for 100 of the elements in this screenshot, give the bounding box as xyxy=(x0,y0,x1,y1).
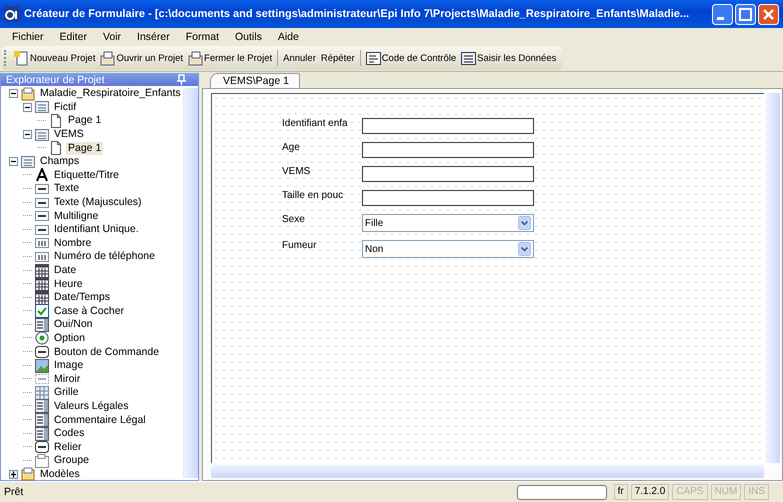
button-icon xyxy=(35,345,49,360)
text-box-icon xyxy=(35,222,49,237)
folder-document-icon xyxy=(100,50,116,66)
horizontal-scrollbar[interactable] xyxy=(211,465,764,478)
page-icon xyxy=(49,141,63,156)
key-indicator: INS xyxy=(744,484,769,500)
maximize-icon[interactable] xyxy=(735,4,756,24)
radio-button-icon xyxy=(35,331,49,346)
tree-item[interactable]: Date xyxy=(52,264,78,278)
menu-item[interactable]: Format xyxy=(178,29,227,44)
tree-item[interactable]: Image xyxy=(52,359,86,372)
dropdown-value: Non xyxy=(365,244,384,254)
collapse-icon[interactable] xyxy=(9,157,18,166)
tab[interactable]: VEMS\Page 1 xyxy=(210,73,300,88)
new-document-icon xyxy=(14,50,29,66)
field-label: Sexe xyxy=(282,214,306,226)
text-box-icon xyxy=(35,196,49,210)
vertical-scrollbar[interactable] xyxy=(766,93,780,463)
tree-item[interactable]: Relier xyxy=(52,440,84,454)
tree-item[interactable]: Commentaire Légal xyxy=(52,414,148,427)
dropdown[interactable]: Fille xyxy=(362,214,534,232)
tree-item[interactable]: Page 1 xyxy=(66,114,104,128)
form-icon xyxy=(21,154,35,169)
binder-icon xyxy=(21,86,35,101)
toolbar-button[interactable]: Nouveau Projet xyxy=(12,48,98,68)
text-box-icon xyxy=(35,182,49,196)
dropdown[interactable]: Non xyxy=(362,240,534,258)
tree-item[interactable]: Maladie_Respiratoire_Enfants xyxy=(38,87,183,100)
key-indicator: NUM xyxy=(710,484,742,500)
input-field[interactable] xyxy=(362,142,534,158)
tree-item[interactable]: Bouton de Commande xyxy=(52,346,162,359)
menu-item[interactable]: Aide xyxy=(270,29,307,44)
tree-item[interactable]: Texte (Majuscules) xyxy=(52,196,144,210)
collapse-icon[interactable] xyxy=(9,89,18,98)
tree-item[interactable]: Miroir xyxy=(52,372,82,386)
tree-item[interactable]: Nombre xyxy=(52,236,94,250)
code-window-icon xyxy=(366,50,381,66)
tree-item[interactable]: Grille xyxy=(52,386,81,400)
tree-item[interactable]: Option xyxy=(52,332,87,345)
tree-item[interactable]: Champs xyxy=(38,155,82,168)
menu-item[interactable]: Editer xyxy=(52,29,95,44)
folder-document-icon xyxy=(188,50,204,66)
calendar-icon xyxy=(35,290,49,305)
list-icon xyxy=(35,399,49,414)
number-box-icon xyxy=(35,250,49,264)
tree-item[interactable]: Texte xyxy=(52,182,82,196)
minimize-icon[interactable] xyxy=(712,4,733,24)
field-label: VEMS xyxy=(282,166,312,178)
close-icon[interactable] xyxy=(758,4,779,24)
dropdown-value: Fille xyxy=(365,218,384,228)
tree-item[interactable]: Page 1 xyxy=(66,142,104,155)
page-icon xyxy=(49,114,63,128)
toolbar-button[interactable]: Code de Contrôle xyxy=(364,48,458,68)
collapse-icon[interactable] xyxy=(23,130,32,140)
toolbar-button[interactable]: Fermer le Projet xyxy=(186,48,274,68)
tree-item[interactable]: Case à Cocher xyxy=(52,304,126,318)
tree-item[interactable]: Groupe xyxy=(52,454,92,468)
language-indicator: fr xyxy=(614,484,628,500)
tree-item[interactable]: Valeurs Légales xyxy=(52,400,131,413)
version-indicator: 7.1.2.0 xyxy=(630,484,670,500)
tree-item[interactable]: Modèles xyxy=(38,468,82,481)
field-label: Identifiant enfa xyxy=(282,118,349,130)
input-field[interactable] xyxy=(362,166,534,182)
tree-item[interactable]: Oui/Non xyxy=(52,318,95,332)
expand-icon[interactable] xyxy=(9,470,18,479)
toolbar-button[interactable]: Ouvrir un Projet xyxy=(98,48,186,68)
tree-item[interactable]: Etiquette/Titre xyxy=(52,168,121,182)
app-logo-icon xyxy=(4,6,20,22)
collapse-icon[interactable] xyxy=(23,102,32,112)
vertical-scrollbar[interactable] xyxy=(182,88,198,478)
grid-icon xyxy=(35,386,49,400)
menu-item[interactable]: Insérer xyxy=(129,29,178,44)
window-title: Créateur de Formulaire - [c:\documents and settings\administrateur\Epi Info 7\Projects\Maladie_Respiratoire_Enfants\Maladie... xyxy=(24,8,690,20)
tree-item[interactable]: Codes xyxy=(52,427,86,440)
field-label: Age xyxy=(282,142,301,154)
input-field[interactable] xyxy=(362,190,534,206)
status-text: Prêt xyxy=(4,486,24,498)
tree-item[interactable]: Multiligne xyxy=(52,210,100,223)
tree-item[interactable]: Identifiant Unique. xyxy=(52,223,141,236)
calendar-icon xyxy=(35,277,49,292)
menu-item[interactable]: Fichier xyxy=(4,29,52,44)
dashed-box-icon xyxy=(35,372,49,386)
toolbar-button[interactable]: Saisir les Données xyxy=(459,48,558,68)
panel-title: Explorateur de Projet xyxy=(6,74,105,86)
pin-icon[interactable] xyxy=(177,74,186,85)
menu-item[interactable]: Outils xyxy=(227,29,270,44)
tree-item[interactable]: Numéro de téléphone xyxy=(52,250,157,264)
field-label: Fumeur xyxy=(282,240,318,252)
tree-item[interactable]: Date/Temps xyxy=(52,291,112,304)
tree-item[interactable]: Heure xyxy=(52,278,85,291)
input-field[interactable] xyxy=(362,118,534,134)
toolbar-button[interactable]: Répéter xyxy=(318,50,357,66)
letter-icon xyxy=(35,168,49,182)
tree-item[interactable]: VEMS xyxy=(52,128,86,142)
menu-item[interactable]: Voir xyxy=(94,29,130,44)
tree-item[interactable]: Fictif xyxy=(52,100,78,114)
calendar-icon xyxy=(35,264,49,278)
list-icon xyxy=(35,413,49,428)
button-icon xyxy=(35,440,49,454)
toolbar-button[interactable]: Annuler xyxy=(281,50,318,66)
